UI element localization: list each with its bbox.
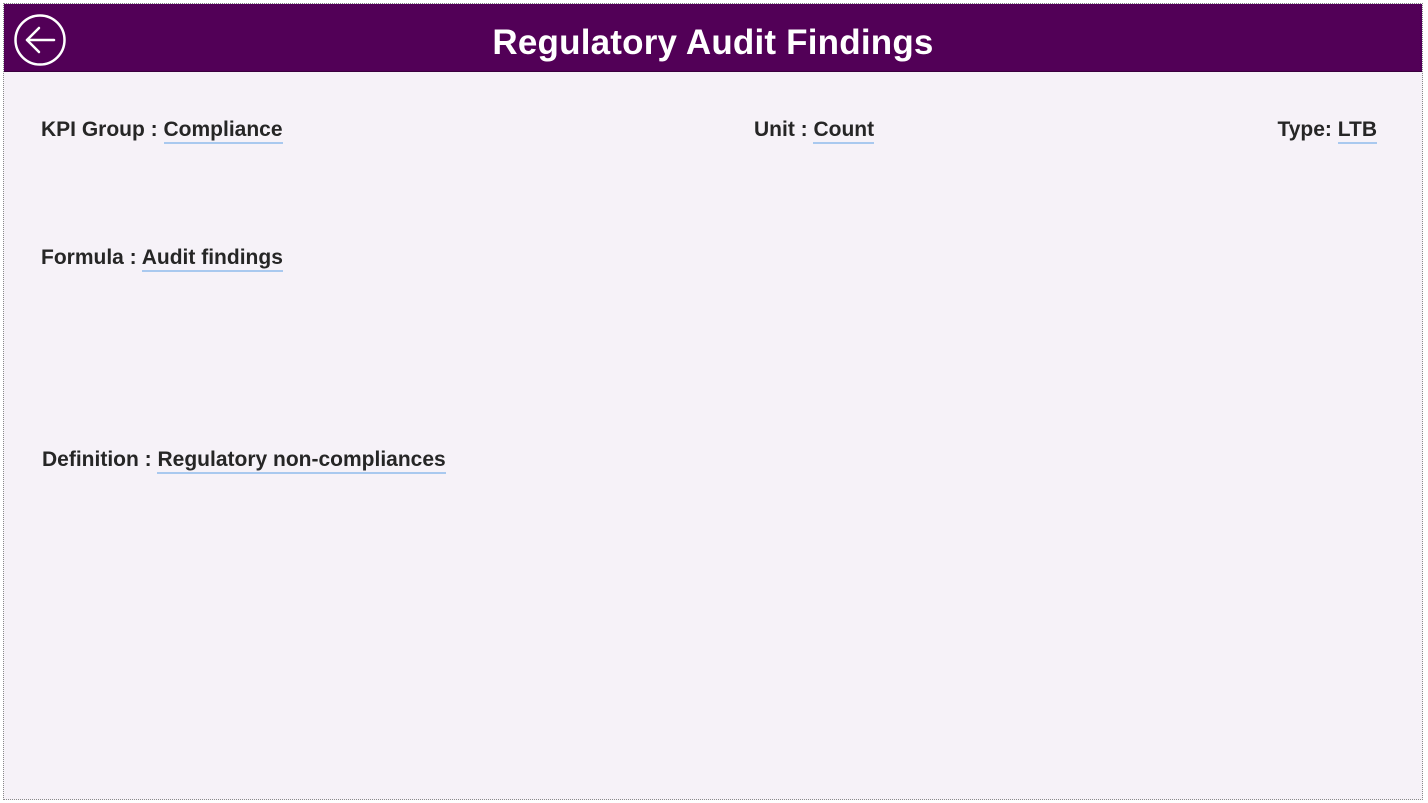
definition-value: Regulatory non-compliances [157,448,446,474]
formula-value: Audit findings [141,246,283,272]
unit-field: Unit : Count [754,116,875,144]
kpi-group-field: KPI Group : Compliance [41,116,283,144]
definition-field: Definition : Regulatory non-compliances [42,446,446,474]
page-title: Regulatory Audit Findings [492,23,934,62]
kpi-group-value: Compliance [163,118,283,144]
type-field: Type: LTB [1277,116,1377,144]
kpi-group-label: KPI Group : [41,118,164,141]
formula-label: Formula : [41,246,142,269]
type-label: Type: [1277,118,1338,141]
title-bar: Regulatory Audit Findings [4,4,1422,72]
unit-label: Unit : [754,118,814,141]
definition-label: Definition : [42,448,158,471]
type-value: LTB [1337,118,1377,144]
formula-field: Formula : Audit findings [41,244,283,272]
unit-value: Count [813,118,875,144]
